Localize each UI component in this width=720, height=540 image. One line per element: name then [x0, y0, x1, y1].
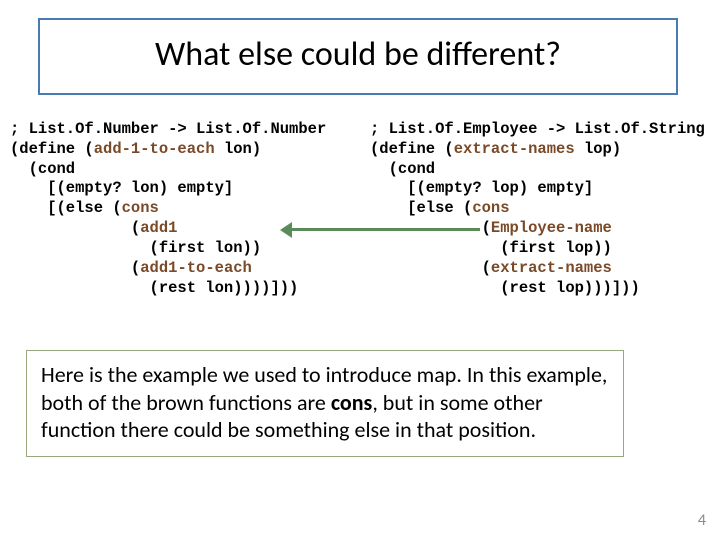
code-line: (: [10, 259, 140, 277]
code-line: (rest lon))))])): [10, 279, 298, 297]
code-line: (rest lop)))])): [370, 279, 640, 297]
fn-empname: Employee-name: [491, 219, 612, 237]
fn-add1: add1: [140, 219, 177, 237]
code-line: (first lon)): [10, 239, 261, 257]
fn-recur: add1-to-each: [140, 259, 252, 277]
code-line: lop): [575, 140, 622, 158]
code-line: lon): [215, 140, 262, 158]
code-line: (first lop)): [370, 239, 612, 257]
code-line: (define (: [370, 140, 454, 158]
fn-name: extract-names: [454, 140, 575, 158]
code-line: (define (: [10, 140, 94, 158]
fn-recur: extract-names: [491, 259, 612, 277]
title-box: What else could be different?: [38, 18, 678, 95]
fn-cons: cons: [122, 199, 159, 217]
code-line: [(empty? lon) empty]: [10, 179, 233, 197]
note-bold: cons: [331, 389, 373, 416]
code-line: (cond: [10, 160, 75, 178]
code-line: (cond: [370, 160, 435, 178]
fn-name: add-1-to-each: [94, 140, 215, 158]
code-left: ; List.Of.Number -> List.Of.Number (defi…: [10, 120, 370, 298]
page-number: 4: [698, 511, 706, 530]
note-box: Here is the example we used to introduce…: [26, 350, 624, 457]
code-line: (: [370, 219, 491, 237]
code-line: [(empty? lop) empty]: [370, 179, 593, 197]
code-right: ; List.Of.Employee -> List.Of.String (de…: [370, 120, 710, 298]
code-line: [(else (: [10, 199, 122, 217]
page-title: What else could be different?: [155, 34, 561, 75]
code-line: ; List.Of.Number -> List.Of.Number: [10, 120, 326, 138]
code-columns: ; List.Of.Number -> List.Of.Number (defi…: [10, 120, 710, 298]
fn-cons: cons: [472, 199, 509, 217]
code-line: ; List.Of.Employee -> List.Of.String: [370, 120, 705, 138]
code-line: [else (: [370, 199, 472, 217]
code-line: (: [370, 259, 491, 277]
code-line: (: [10, 219, 140, 237]
